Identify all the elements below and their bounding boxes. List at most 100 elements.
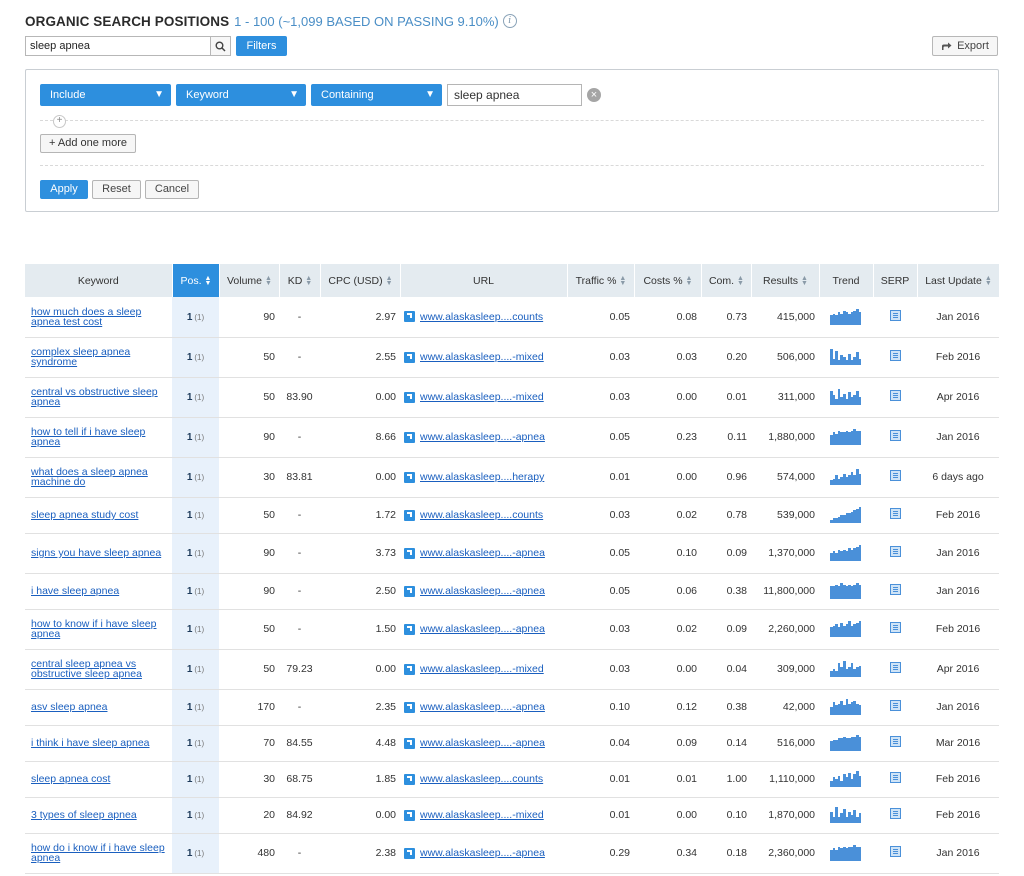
external-link-icon[interactable] [404, 847, 415, 859]
col-keyword[interactable]: Keyword [25, 264, 173, 297]
keyword-link[interactable]: central sleep apnea vs obstructive sleep… [31, 658, 142, 680]
keyword-link[interactable]: sleep apnea cost [31, 773, 110, 785]
url-link[interactable]: www.alaskasleep....-apnea [420, 737, 545, 749]
trend-sparkline[interactable] [830, 699, 862, 715]
serp-icon[interactable] [889, 622, 901, 633]
filter-value-input[interactable]: sleep apnea [447, 84, 582, 106]
keyword-link[interactable]: what does a sleep apnea machine do [31, 466, 148, 488]
url-link[interactable]: www.alaskasleep....-apnea [420, 701, 545, 713]
external-link-icon[interactable] [404, 311, 415, 323]
external-link-icon[interactable] [404, 351, 415, 363]
export-button[interactable]: Export [932, 36, 998, 56]
keyword-link[interactable]: i think i have sleep apnea [31, 737, 150, 749]
external-link-icon[interactable] [404, 509, 415, 521]
trend-sparkline[interactable] [830, 807, 862, 823]
serp-icon[interactable] [889, 546, 901, 557]
include-dropdown[interactable]: Include ▼ [40, 84, 171, 106]
apply-button[interactable]: Apply [40, 180, 88, 199]
url-link[interactable]: www.alaskasleep....-mixed [420, 391, 544, 403]
reset-button[interactable]: Reset [92, 180, 141, 199]
url-link[interactable]: www.alaskasleep....-mixed [420, 351, 544, 363]
trend-sparkline[interactable] [830, 661, 862, 677]
url-link[interactable]: www.alaskasleep....-apnea [420, 847, 545, 859]
serp-icon[interactable] [889, 736, 901, 747]
add-condition-icon[interactable]: + [53, 115, 66, 128]
serp-icon[interactable] [889, 662, 901, 673]
col-com[interactable]: Com. ▲ ▼ [701, 264, 752, 297]
serp-icon[interactable] [889, 430, 901, 441]
external-link-icon[interactable] [404, 547, 415, 559]
external-link-icon[interactable] [404, 737, 415, 749]
url-link[interactable]: www.alaskasleep....-mixed [420, 809, 544, 821]
external-link-icon[interactable] [404, 701, 415, 713]
info-icon[interactable]: i [502, 14, 517, 28]
trend-sparkline[interactable] [830, 621, 862, 637]
col-pos[interactable]: Pos. ▲ ▼ [172, 264, 220, 297]
keyword-link[interactable]: 3 types of sleep apnea [31, 809, 137, 821]
serp-icon[interactable] [889, 846, 901, 857]
trend-sparkline[interactable] [830, 469, 862, 485]
filters-button[interactable]: Filters [236, 36, 287, 56]
keyword-link[interactable]: asv sleep apnea [31, 701, 107, 713]
url-link[interactable]: www.alaskasleep....-mixed [420, 663, 544, 675]
col-costs[interactable]: Costs % ▲ ▼ [634, 264, 702, 297]
field-dropdown[interactable]: Keyword ▼ [176, 84, 306, 106]
keyword-link[interactable]: signs you have sleep apnea [31, 547, 161, 559]
trend-sparkline[interactable] [830, 771, 862, 787]
serp-icon[interactable] [889, 309, 901, 321]
url-link[interactable]: www.alaskasleep....-apnea [420, 547, 545, 559]
serp-icon[interactable] [889, 772, 901, 783]
serp-icon[interactable] [889, 808, 901, 819]
url-link[interactable]: www.alaskasleep....herapy [420, 471, 544, 483]
trend-sparkline[interactable] [830, 545, 862, 561]
url-link[interactable]: www.alaskasleep....-apnea [420, 431, 545, 443]
serp-icon[interactable] [889, 700, 901, 711]
clear-icon[interactable]: × [587, 88, 601, 102]
trend-sparkline[interactable] [830, 429, 862, 445]
trend-sparkline[interactable] [830, 308, 862, 325]
trend-sparkline[interactable] [830, 845, 862, 861]
trend-sparkline[interactable] [830, 507, 862, 523]
col-volume[interactable]: Volume ▲ ▼ [219, 264, 280, 297]
keyword-link[interactable]: how much does a sleep apnea test cost [31, 306, 141, 328]
cancel-button[interactable]: Cancel [145, 180, 199, 199]
keyword-link[interactable]: how to know if i have sleep apnea [31, 618, 157, 640]
col-last-update[interactable]: Last Update ▲ ▼ [917, 264, 1000, 297]
serp-icon[interactable] [889, 584, 901, 595]
external-link-icon[interactable] [404, 391, 415, 403]
operator-dropdown[interactable]: Containing ▼ [311, 84, 442, 106]
trend-sparkline[interactable] [830, 389, 862, 405]
trend-sparkline[interactable] [830, 349, 862, 365]
url-link[interactable]: www.alaskasleep....counts [420, 773, 543, 785]
col-results[interactable]: Results ▲ ▼ [751, 264, 820, 297]
keyword-link[interactable]: sleep apnea study cost [31, 509, 138, 521]
trend-sparkline[interactable] [830, 735, 862, 751]
col-cpc[interactable]: CPC (USD) ▲ ▼ [320, 264, 401, 297]
url-link[interactable]: www.alaskasleep....counts [420, 509, 543, 521]
external-link-icon[interactable] [404, 623, 415, 635]
add-one-more-button[interactable]: + Add one more [40, 134, 136, 153]
serp-icon[interactable] [889, 390, 901, 401]
url-link[interactable]: www.alaskasleep....counts [420, 311, 543, 323]
keyword-link[interactable]: i have sleep apnea [31, 585, 119, 597]
trend-sparkline[interactable] [830, 583, 862, 599]
col-url[interactable]: URL [400, 264, 568, 297]
keyword-link[interactable]: how do i know if i have sleep apnea [31, 842, 165, 864]
search-input[interactable] [26, 37, 210, 55]
keyword-link[interactable]: central vs obstructive sleep apnea [31, 386, 158, 408]
serp-icon[interactable] [889, 350, 901, 361]
serp-icon[interactable] [889, 470, 901, 481]
url-link[interactable]: www.alaskasleep....-apnea [420, 585, 545, 597]
external-link-icon[interactable] [404, 471, 415, 483]
keyword-link[interactable]: how to tell if i have sleep apnea [31, 426, 145, 448]
search-button[interactable] [209, 37, 230, 55]
col-kd[interactable]: KD ▲ ▼ [279, 264, 321, 297]
external-link-icon[interactable] [404, 663, 415, 675]
url-link[interactable]: www.alaskasleep....-apnea [420, 623, 545, 635]
external-link-icon[interactable] [404, 809, 415, 821]
external-link-icon[interactable] [404, 585, 415, 597]
keyword-link[interactable]: complex sleep apnea syndrome [31, 346, 130, 368]
col-traffic[interactable]: Traffic % ▲ ▼ [567, 264, 635, 297]
serp-icon[interactable] [889, 508, 901, 519]
external-link-icon[interactable] [404, 773, 415, 785]
